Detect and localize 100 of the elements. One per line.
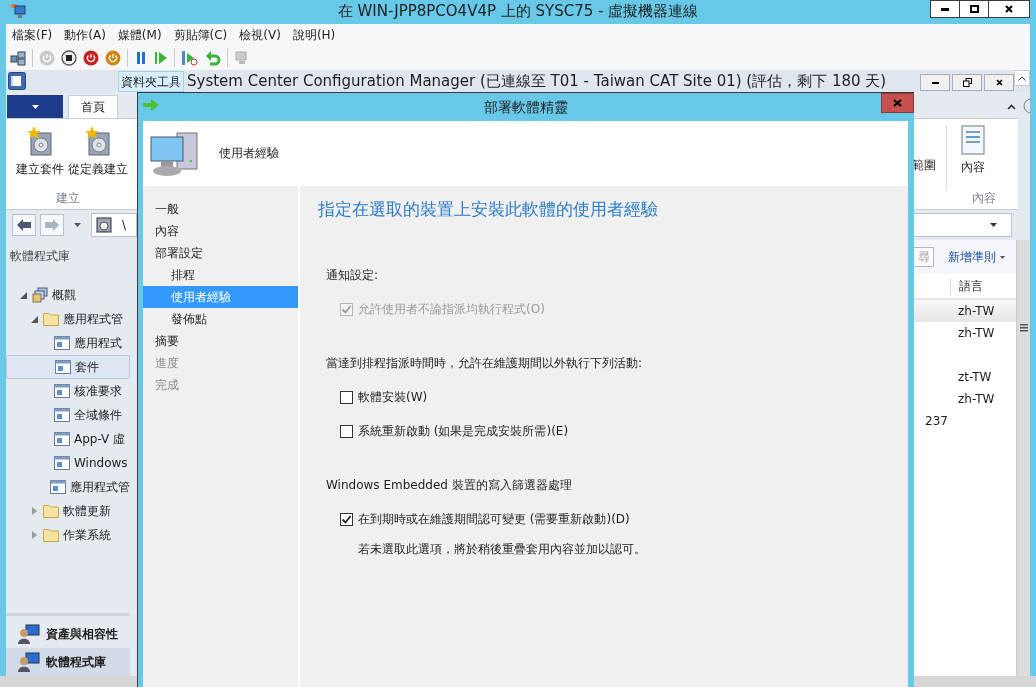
folder-icon: [43, 312, 59, 326]
stacked-windows-icon: [32, 287, 48, 303]
maximize-icon: [969, 5, 979, 13]
checkbox[interactable]: [340, 512, 353, 526]
tree-item-label: 作業系統: [63, 526, 111, 544]
tree-item[interactable]: App-V 虛: [6, 427, 130, 451]
properties-icon: [961, 125, 985, 155]
tree-item-label: 應用程式管: [63, 310, 123, 328]
power-icon[interactable]: [83, 50, 99, 66]
tree-item[interactable]: 軟體更新: [6, 499, 130, 523]
tree-item-label: 概觀: [52, 286, 76, 304]
network-icon[interactable]: [10, 50, 26, 66]
wizard-step[interactable]: 部署設定: [143, 242, 298, 264]
scroll-up-button[interactable]: [1014, 70, 1030, 86]
undo-icon[interactable]: [205, 50, 221, 66]
table-cell: zt-TW: [958, 370, 992, 384]
menu-item[interactable]: 動作(A): [64, 26, 106, 44]
table-cell: 237: [925, 414, 948, 428]
tree-item-label: Windows: [74, 456, 128, 470]
column-header[interactable]: 語言: [950, 277, 983, 295]
computer-icon: [10, 3, 26, 19]
ribbon-button[interactable]: 建立套件: [14, 125, 66, 178]
collapse-ribbon-icon[interactable]: [1007, 104, 1016, 110]
close-button[interactable]: [988, 0, 1030, 18]
tree-item[interactable]: 應用程式: [6, 331, 130, 355]
window-icon: [54, 456, 70, 470]
close-button[interactable]: [984, 74, 1014, 91]
tree-item-label: 全域條件: [74, 406, 122, 424]
tree-item-label: App-V 虛: [74, 430, 126, 448]
minimize-icon: [931, 81, 939, 84]
add-criteria-link[interactable]: 新增準則: [948, 248, 996, 266]
tree-item[interactable]: 核准要求: [6, 379, 130, 403]
menu-item[interactable]: 媒體(M): [117, 26, 162, 44]
pause-icon[interactable]: [134, 50, 148, 66]
tree-item-label: 核准要求: [74, 382, 122, 400]
tree-item[interactable]: 套件: [6, 355, 130, 379]
tree-item[interactable]: 應用程式管: [6, 307, 130, 331]
workspace-button[interactable]: 軟體程式庫: [6, 648, 130, 676]
menu-item[interactable]: 剪貼簿(C): [173, 26, 228, 44]
wizard-step[interactable]: 排程: [143, 264, 298, 286]
minimize-button[interactable]: [920, 74, 950, 91]
help-icon[interactable]: [1022, 98, 1030, 114]
expanded-arrow-icon[interactable]: [30, 315, 38, 323]
menu-item[interactable]: 檔案(F): [12, 26, 53, 44]
stop-icon[interactable]: [61, 50, 77, 66]
power-icon[interactable]: [105, 50, 121, 66]
window-icon: [54, 432, 70, 446]
tree-item[interactable]: Windows: [6, 451, 130, 475]
checkbox-label[interactable]: 軟體安裝(W): [358, 388, 428, 406]
checkbox-label[interactable]: 系統重新啟動 (如果是完成安裝所需)(E): [358, 422, 569, 440]
play-icon[interactable]: [154, 50, 168, 66]
page-heading: 指定在選取的裝置上安裝此軟體的使用者經驗: [318, 198, 659, 221]
maximize-button[interactable]: [959, 0, 989, 18]
tree-item[interactable]: 應用程式管: [6, 475, 130, 499]
wizard-step[interactable]: 一般: [143, 198, 298, 220]
workspace-button[interactable]: 資產與相容性: [6, 620, 130, 648]
restore-button[interactable]: [952, 74, 982, 91]
wizard-step[interactable]: 發佈點: [143, 308, 298, 330]
package-icon: [83, 125, 113, 157]
back-button[interactable]: [12, 214, 36, 236]
tree-item-label: 套件: [75, 358, 99, 376]
restore-icon: [962, 78, 972, 87]
tree-item[interactable]: 概觀: [6, 283, 130, 307]
window-icon: [54, 408, 70, 422]
package-icon: [25, 125, 55, 157]
ribbon-button[interactable]: 從定義建立: [66, 125, 130, 178]
folder-icon: [43, 528, 59, 542]
wizard-step[interactable]: 內容: [143, 220, 298, 242]
close-icon: [1005, 5, 1013, 13]
workspace-icon: [18, 652, 40, 672]
minimize-button[interactable]: [930, 0, 960, 18]
checkbox-label[interactable]: 在到期時或在維護期間認可變更 (需要重新啟動)(D): [358, 510, 630, 528]
contextual-tab[interactable]: 資料夾工具: [118, 71, 184, 92]
checkbox[interactable]: [340, 390, 353, 404]
checkbox[interactable]: [340, 424, 353, 438]
menu-item[interactable]: 檢視(V): [239, 26, 281, 44]
window-title: System Center Configuration Manager (已連線至 T01 - Taiwan CAT Site 01) (評估，剩下 180 天): [187, 71, 887, 91]
expanded-arrow-icon[interactable]: [19, 291, 27, 299]
caret-icon: [990, 223, 997, 227]
forward-arrow-icon: [44, 218, 60, 232]
ribbon-group-label: 內容: [971, 190, 997, 207]
tree-item[interactable]: 作業系統: [6, 523, 130, 547]
reset-icon[interactable]: [181, 50, 199, 66]
back-arrow-icon: [16, 218, 32, 232]
splitter-grip-icon[interactable]: [1019, 324, 1028, 332]
caret-icon[interactable]: [74, 223, 81, 227]
ribbon-group-label: 建立: [55, 190, 81, 207]
ribbon-tab[interactable]: 首頁: [68, 95, 118, 118]
table-cell: zh-TW: [958, 304, 995, 318]
window-icon: [54, 336, 70, 350]
caret-icon[interactable]: [1000, 255, 1005, 259]
window-icon: [55, 360, 71, 374]
section-label: 通知設定:: [326, 267, 380, 284]
ribbon-button[interactable]: 內容: [959, 125, 987, 176]
section-label: 當達到排程指派時間時，允許在維護期間以外執行下列活動:: [326, 355, 644, 372]
address-field[interactable]: \: [91, 213, 137, 237]
table-cell: zh-TW: [958, 326, 995, 340]
menu-item[interactable]: 說明(H): [292, 26, 336, 44]
tree-item[interactable]: 全域條件: [6, 403, 130, 427]
wizard-step[interactable]: 摘要: [143, 330, 298, 352]
